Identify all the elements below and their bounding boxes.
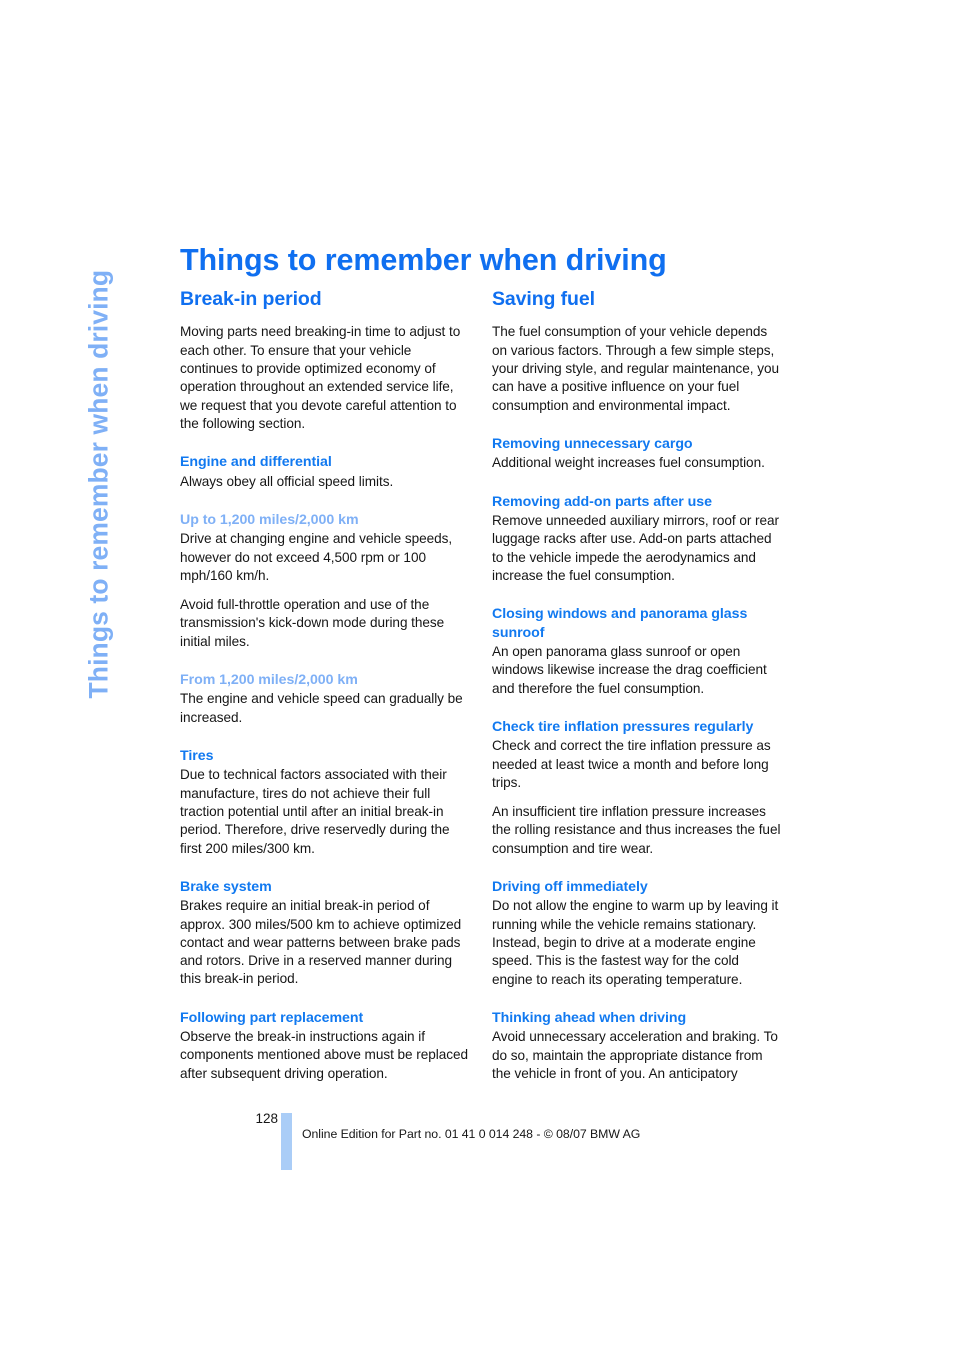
footer-accent-bar bbox=[281, 1113, 292, 1170]
subsection: Brake system Brakes require an initial b… bbox=[180, 878, 470, 989]
subsection-paragraph: Do not allow the engine to warm up by le… bbox=[492, 898, 779, 987]
subsection: Tires Due to technical factors associate… bbox=[180, 747, 470, 858]
subsection: Check tire inflation pressures regularly… bbox=[492, 718, 782, 858]
subsection: Thinking ahead when driving Avoid unnece… bbox=[492, 1009, 782, 1083]
subsection: Driving off immediately Do not allow the… bbox=[492, 878, 782, 989]
subsection-heading: Following part replacement bbox=[180, 1009, 364, 1026]
subsection-heading: Up to 1,200 miles/2,000 km bbox=[180, 511, 359, 528]
right-column: Saving fuel The fuel consumption of your… bbox=[492, 288, 782, 1083]
page-number: 128 bbox=[255, 1111, 278, 1126]
subsection: From 1,200 miles/2,000 km The engine and… bbox=[180, 671, 470, 727]
subsection-paragraph: Due to technical factors associated with… bbox=[180, 767, 450, 856]
subsection-paragraph: Avoid unnecessary acceleration and braki… bbox=[492, 1029, 778, 1081]
subsection: Up to 1,200 miles/2,000 km Drive at chan… bbox=[180, 511, 470, 651]
subsection-heading: Removing add-on parts after use bbox=[492, 493, 712, 510]
subsection: Closing windows and panorama glass sunro… bbox=[492, 605, 782, 698]
subsection-paragraph: An insufficient tire inflation pressure … bbox=[492, 804, 781, 856]
chapter-running-head-label: Things to remember when driving bbox=[83, 269, 114, 698]
subsection-heading: Check tire inflation pressures regularly bbox=[492, 718, 754, 735]
subsection-paragraph: Additional weight increases fuel consump… bbox=[492, 455, 765, 471]
subsection-paragraph: An open panorama glass sunroof or open w… bbox=[492, 644, 767, 696]
manual-page: Things to remember when driving Things t… bbox=[0, 0, 954, 1350]
subsection: Following part replacement Observe the b… bbox=[180, 1009, 470, 1083]
subsection-heading: Engine and differential bbox=[180, 454, 332, 471]
subsection-heading: Tires bbox=[180, 747, 214, 764]
subsection-paragraph: Avoid full-throttle operation and use of… bbox=[180, 597, 445, 649]
page-title: Things to remember when driving bbox=[180, 243, 667, 278]
subsection-heading: Closing windows and panorama glass sunro… bbox=[492, 606, 748, 641]
subsection-paragraph: Check and correct the tire inflation pre… bbox=[492, 738, 771, 790]
subsection-paragraph: Drive at changing engine and vehicle spe… bbox=[180, 531, 453, 583]
left-column: Break-in period Moving parts need breaki… bbox=[180, 288, 470, 1083]
subsection-paragraph: The engine and vehicle speed can gradual… bbox=[180, 691, 463, 725]
subsection-heading: Driving off immediately bbox=[492, 879, 648, 895]
page-footer: 128 Online Edition for Part no. 01 41 0 … bbox=[0, 1108, 954, 1178]
subsection: Engine and differential Always obey all … bbox=[180, 453, 470, 491]
content-columns: Break-in period Moving parts need breaki… bbox=[180, 288, 783, 1083]
subsection-paragraph: Brakes require an initial break-in perio… bbox=[180, 898, 462, 987]
section-intro-paragraph: Moving parts need breaking-in time to ad… bbox=[180, 324, 461, 431]
section-intro-paragraph: The fuel consumption of your vehicle dep… bbox=[492, 324, 780, 413]
subsection-paragraph: Remove unneeded auxiliary mirrors, roof … bbox=[492, 512, 780, 583]
chapter-running-head: Things to remember when driving bbox=[84, 228, 162, 698]
subsection-heading: Brake system bbox=[180, 878, 272, 895]
subsection: Removing add-on parts after use Remove u… bbox=[492, 493, 782, 586]
section-title-break-in-period: Break-in period bbox=[180, 288, 322, 310]
subsection: Removing unnecessary cargo Additional we… bbox=[492, 435, 782, 473]
subsection-paragraph: Observe the break-in instructions again … bbox=[180, 1029, 469, 1081]
subsection-heading: Removing unnecessary cargo bbox=[492, 435, 693, 452]
subsection-heading: Thinking ahead when driving bbox=[492, 1009, 687, 1026]
subsection-heading: From 1,200 miles/2,000 km bbox=[180, 671, 358, 688]
section-title-saving-fuel: Saving fuel bbox=[492, 288, 595, 310]
footer-edition-note: Online Edition for Part no. 01 41 0 014 … bbox=[302, 1127, 641, 1141]
subsection-paragraph: Always obey all official speed limits. bbox=[180, 473, 394, 489]
